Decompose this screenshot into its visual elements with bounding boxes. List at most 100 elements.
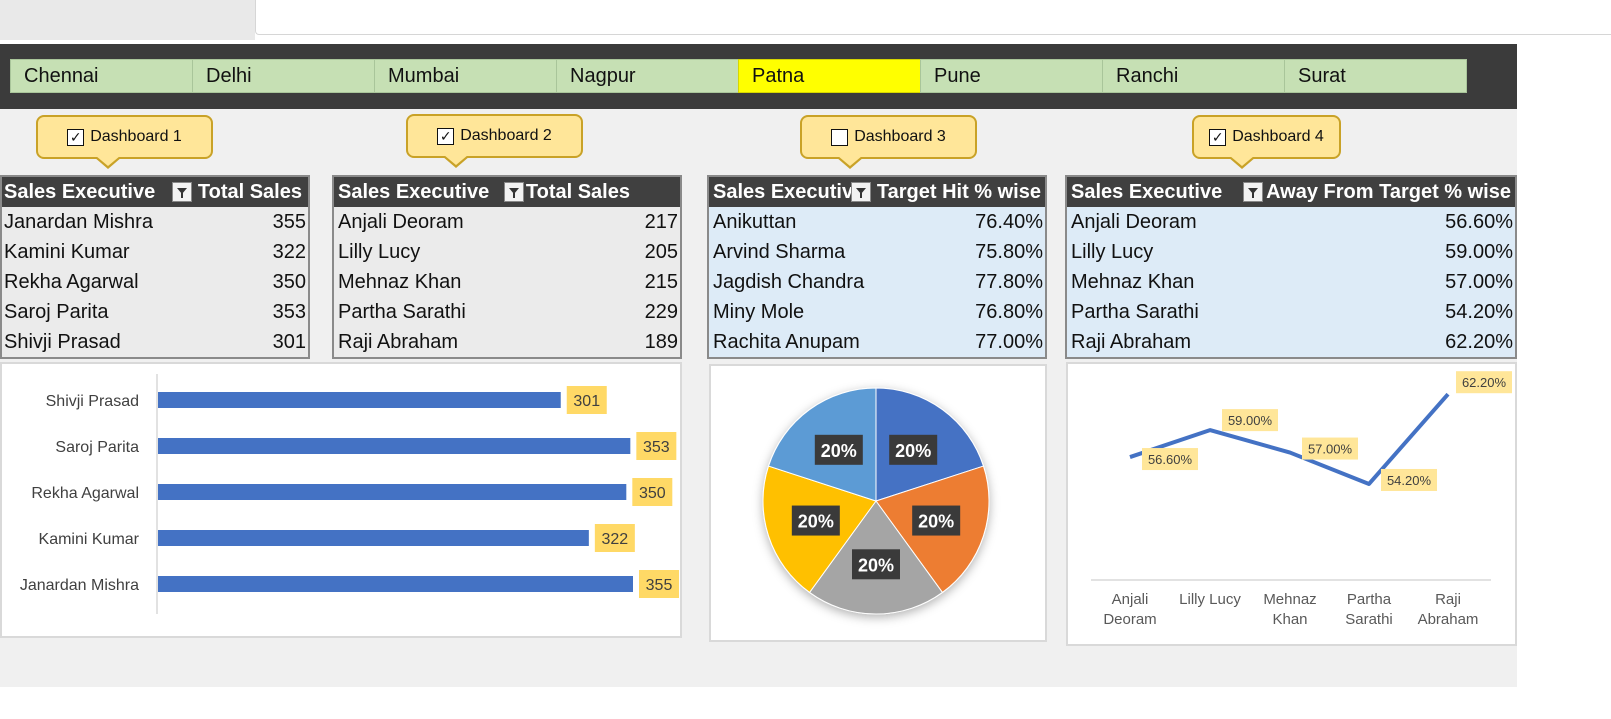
pie-data-label: 20% — [918, 512, 954, 532]
row-value: 54.20% — [1445, 301, 1513, 323]
pie-chart-panel[interactable]: 20% 20% 20% 20% 20% — [709, 364, 1047, 642]
row-value: 205 — [644, 241, 678, 263]
slicer-item-delhi[interactable]: Delhi — [192, 59, 375, 93]
line-category-label: Deoram — [1103, 611, 1156, 628]
pivot-table-4: Sales Executive Away From Target % wise … — [1065, 175, 1517, 359]
line-data-label: 54.20% — [1387, 473, 1432, 488]
bar-data-label: 353 — [643, 439, 670, 456]
pivot-table-2: Sales Executive Total Sales Anjali Deora… — [332, 175, 682, 359]
executive-name: Jagdish Chandra — [713, 271, 865, 293]
table-row: Miny Mole 76.80% — [709, 297, 1045, 327]
executive-name: Anjali Deoram — [338, 211, 464, 233]
bar-chart: Shivji Prasad 301 Saroj Parita 353 Rekha Aga… — [20, 374, 679, 614]
row-value: 215 — [644, 271, 678, 293]
line-chart-panel[interactable]: 56.60% Anjali Deoram 59.00% Lilly Lucy 57.00%… — [1066, 362, 1517, 646]
executive-name: Lilly Lucy — [1071, 241, 1154, 263]
executive-name: Partha Sarathi — [338, 301, 466, 323]
slicer-item-chennai[interactable]: Chennai — [10, 59, 193, 93]
table-header: Sales Executive Total Sales — [2, 177, 308, 207]
bar — [158, 484, 627, 500]
pie-chart: 20% 20% 20% 20% 20% — [762, 387, 990, 615]
bar-chart-panel[interactable]: Shivji Prasad 301 Saroj Parita 353 Rekha Aga… — [0, 362, 682, 638]
bar-data-label: 350 — [639, 485, 666, 502]
checkbox-icon[interactable]: ✓ — [437, 127, 455, 145]
executive-name: Lilly Lucy — [338, 241, 421, 263]
executive-name: Raji Abraham — [338, 331, 459, 353]
table-row: Arvind Sharma 75.80% — [709, 237, 1045, 267]
filter-icon[interactable] — [172, 182, 192, 202]
line-category-label: Partha — [1347, 591, 1392, 608]
row-value: 229 — [644, 301, 678, 323]
slicer-item-pune[interactable]: Pune — [920, 59, 1103, 93]
checkbox-icon[interactable]: ✓ — [67, 128, 85, 146]
slicer-item-surat[interactable]: Surat — [1284, 59, 1467, 93]
column-header-total-sales: Total Sales — [525, 180, 630, 203]
checkbox-icon[interactable] — [831, 128, 849, 146]
executive-name: Anjali Deoram — [1071, 211, 1197, 233]
executive-name: Kamini Kumar — [4, 241, 130, 263]
bar — [158, 576, 633, 592]
bar-category-label: Kamini Kumar — [39, 531, 140, 548]
filter-icon[interactable] — [851, 182, 871, 202]
dashboard-1-toggle[interactable]: ✓ Dashboard 1 — [36, 115, 213, 169]
bar-data-label: 322 — [601, 531, 628, 548]
table-row: Anjali Deoram 56.60% — [1067, 207, 1515, 237]
row-value: 76.80% — [975, 301, 1043, 323]
executive-name: Shivji Prasad — [4, 331, 121, 353]
table-row: Mehnaz Khan 215 — [334, 267, 680, 297]
line-category-label: Abraham — [1418, 611, 1479, 628]
table-row: Raji Abraham 62.20% — [1067, 327, 1515, 357]
dashboard-1-label: Dashboard 1 — [90, 128, 182, 145]
row-value: 217 — [644, 211, 678, 233]
executive-name: Mehnaz Khan — [338, 271, 462, 293]
row-value: 77.80% — [975, 271, 1043, 293]
slicer-item-ranchi[interactable]: Ranchi — [1102, 59, 1285, 93]
row-value: 56.60% — [1445, 211, 1513, 233]
pivot-table-1: Sales Executive Total Sales Janardan Mis… — [0, 175, 310, 359]
checkbox-icon[interactable]: ✓ — [1209, 128, 1227, 146]
executive-name: Raji Abraham — [1071, 331, 1192, 353]
table-row: Raji Abraham 189 — [334, 327, 680, 357]
table-row: Rachita Anupam 77.00% — [709, 327, 1045, 357]
dashboard-3-toggle[interactable]: Dashboard 3 — [800, 115, 977, 169]
line-data-label: 62.20% — [1462, 375, 1507, 390]
executive-name: Rekha Agarwal — [4, 271, 139, 293]
filter-icon[interactable] — [504, 182, 524, 202]
row-value: 76.40% — [975, 211, 1043, 233]
table-row: Lilly Lucy 59.00% — [1067, 237, 1515, 267]
slicer-item-mumbai[interactable]: Mumbai — [374, 59, 557, 93]
executive-name: Partha Sarathi — [1071, 301, 1199, 323]
table-row: Partha Sarathi 54.20% — [1067, 297, 1515, 327]
slicer-item-nagpur[interactable]: Nagpur — [556, 59, 739, 93]
dashboard-2-toggle[interactable]: ✓ Dashboard 2 — [406, 114, 583, 168]
bar-data-label: 301 — [573, 393, 600, 410]
executive-name: Anikuttan — [713, 211, 797, 233]
dashboard-4-toggle[interactable]: ✓ Dashboard 4 — [1192, 115, 1341, 169]
pie-data-label: 20% — [821, 441, 857, 461]
table-row: Anjali Deoram 217 — [334, 207, 680, 237]
line-chart: 56.60% Anjali Deoram 59.00% Lilly Lucy 57.00%… — [1091, 371, 1512, 628]
row-value: 355 — [272, 211, 306, 233]
table-row: Partha Sarathi 229 — [334, 297, 680, 327]
table-row: Rekha Agarwal 350 — [2, 267, 308, 297]
bar — [158, 530, 589, 546]
formula-bar-input[interactable] — [255, 0, 1611, 35]
line-category-label: Anjali — [1112, 591, 1149, 608]
row-value: 59.00% — [1445, 241, 1513, 263]
line-category-label: Khan — [1272, 611, 1307, 628]
bar-category-label: Saroj Parita — [55, 439, 139, 456]
pie-data-label: 20% — [858, 555, 894, 575]
row-value: 353 — [272, 301, 306, 323]
column-header-sales-executive: Sales Executive — [1071, 180, 1223, 203]
column-header-sales-executive: Sales Executive — [713, 180, 865, 203]
executive-name: Miny Mole — [713, 301, 805, 323]
filter-icon[interactable] — [1243, 182, 1263, 202]
line-category-label: Lilly Lucy — [1179, 591, 1241, 608]
executive-name: Mehnaz Khan — [1071, 271, 1195, 293]
line-category-label: Raji — [1435, 591, 1461, 608]
table-header: Sales Executive Total Sales — [334, 177, 680, 207]
bar-data-label: 355 — [646, 577, 673, 594]
dashboard-2-label: Dashboard 2 — [460, 127, 552, 144]
table-header: Sales Executive Away From Target % wise — [1067, 177, 1515, 207]
slicer-item-patna[interactable]: Patna — [738, 59, 921, 93]
